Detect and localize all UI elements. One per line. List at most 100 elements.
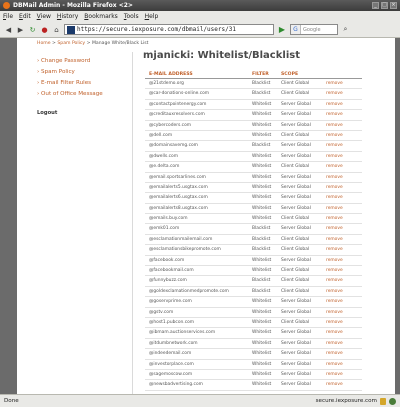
maximize-icon[interactable]: □ xyxy=(381,2,388,9)
go-icon[interactable]: ▶ xyxy=(277,25,287,35)
row-scope: Server Global xyxy=(281,101,311,107)
table-row: @host1.pubcon.com Whitelist Client Global r… xyxy=(145,318,362,329)
table-row: @funnybuzz.com Blacklist Client Global remo… xyxy=(145,276,362,287)
row-scope: Client Global xyxy=(281,91,310,97)
remove-link[interactable]: remove xyxy=(326,235,362,244)
remove-link[interactable]: remove xyxy=(326,380,362,389)
remove-link[interactable]: remove xyxy=(326,328,362,337)
row-email: @facebook.com xyxy=(149,257,185,263)
remove-link[interactable]: remove xyxy=(326,173,362,182)
remove-link[interactable]: remove xyxy=(326,141,362,150)
header-email[interactable]: E-MAIL ADDRESS xyxy=(145,71,252,78)
remove-link[interactable]: remove xyxy=(326,276,362,285)
header-filter[interactable]: FILTER xyxy=(252,71,281,78)
remove-link[interactable]: remove xyxy=(326,224,362,233)
remove-link[interactable]: remove xyxy=(326,287,362,296)
menu-history[interactable]: History xyxy=(54,13,81,20)
remove-link[interactable]: remove xyxy=(326,370,362,379)
menu-bookmarks[interactable]: Bookmarks xyxy=(81,13,121,20)
remove-link[interactable]: remove xyxy=(326,193,362,202)
row-filter: Whitelist xyxy=(252,257,272,263)
row-email: @domainsavemg.com xyxy=(149,143,198,149)
row-scope: Server Global xyxy=(281,351,311,357)
lock-icon[interactable] xyxy=(380,397,386,405)
row-email: @email.sportsarlines.com xyxy=(149,174,206,180)
menu-view[interactable]: View xyxy=(34,13,54,20)
remove-link[interactable]: remove xyxy=(326,152,362,161)
row-email: @sagemoscow.com xyxy=(149,371,193,377)
remove-link[interactable]: remove xyxy=(326,100,362,109)
firefox-icon xyxy=(3,2,10,9)
menu-file[interactable]: File xyxy=(0,13,16,20)
row-scope: Client Global xyxy=(281,164,310,170)
row-scope: Server Global xyxy=(281,143,311,149)
search-box[interactable]: G Google xyxy=(290,24,338,35)
row-scope: Server Global xyxy=(281,153,311,159)
row-filter: Whitelist xyxy=(252,299,272,305)
row-email: @cybercoders.com xyxy=(149,122,192,128)
minimize-icon[interactable]: _ xyxy=(372,2,379,9)
remove-link[interactable]: remove xyxy=(326,360,362,369)
row-filter: Whitelist xyxy=(252,164,272,170)
home-icon[interactable]: ⌂ xyxy=(52,25,61,34)
remove-link[interactable]: remove xyxy=(326,339,362,348)
remove-link[interactable]: remove xyxy=(326,245,362,254)
table-row: @facebookmail.com Whitelist Client Global r… xyxy=(145,266,362,277)
row-filter: Whitelist xyxy=(252,268,272,274)
search-placeholder: Google xyxy=(303,26,321,33)
remove-link[interactable]: remove xyxy=(326,266,362,275)
nav-email-filter-rules[interactable]: › E-mail Filter Rules xyxy=(37,78,133,89)
table-row: @creditauxresolvers.com Whitelist Server G… xyxy=(145,110,362,121)
remove-link[interactable]: remove xyxy=(326,110,362,119)
remove-link[interactable]: remove xyxy=(326,318,362,327)
column-divider xyxy=(132,52,133,394)
remove-link[interactable]: remove xyxy=(326,131,362,140)
remove-link[interactable]: remove xyxy=(326,183,362,192)
site-identity-icon[interactable] xyxy=(67,25,75,34)
nav-change-password[interactable]: › Change Password xyxy=(37,56,133,67)
nav-spam-policy[interactable]: › Spam Policy xyxy=(37,67,133,78)
forward-icon[interactable]: ▶ xyxy=(16,25,25,34)
search-icon[interactable]: ⌕ xyxy=(341,25,350,34)
back-icon[interactable]: ◀ xyxy=(4,25,13,34)
close-icon[interactable]: × xyxy=(390,2,397,9)
extension-icon[interactable] xyxy=(389,397,396,405)
menu-tools[interactable]: Tools xyxy=(121,13,142,20)
row-email: @contactpointenergy.com xyxy=(149,101,207,107)
row-scope: Server Global xyxy=(281,371,311,377)
header-scope[interactable]: SCOPE xyxy=(281,71,326,78)
menu-edit[interactable]: Edit xyxy=(16,13,34,20)
remove-link[interactable]: remove xyxy=(326,204,362,213)
row-email: @ibmam.auctionservices.com xyxy=(149,330,216,336)
remove-link[interactable]: remove xyxy=(326,214,362,223)
reload-icon[interactable]: ↻ xyxy=(28,25,37,34)
row-scope: Server Global xyxy=(281,382,311,388)
table-row: @dwells.com Whitelist Server Global remove xyxy=(145,152,362,163)
url-bar[interactable]: https://secure.iexposure.com/dbmail/user… xyxy=(64,24,274,35)
row-filter: Whitelist xyxy=(252,216,272,222)
row-scope: Server Global xyxy=(281,309,311,315)
menu-help[interactable]: Help xyxy=(142,13,162,20)
remove-link[interactable]: remove xyxy=(326,162,362,171)
remove-link[interactable]: remove xyxy=(326,349,362,358)
row-filter: Whitelist xyxy=(252,122,272,128)
table-row: @emk01.com Blacklist Server Global remove xyxy=(145,224,362,235)
row-filter: Whitelist xyxy=(252,205,272,211)
remove-link[interactable]: remove xyxy=(326,256,362,265)
row-filter: Whitelist xyxy=(252,382,272,388)
breadcrumb-home[interactable]: Home xyxy=(37,41,51,46)
logout-link[interactable]: Logout xyxy=(37,108,133,119)
table-row: @emailalerts5.usgtax.com Whitelist Server … xyxy=(145,183,362,194)
remove-link[interactable]: remove xyxy=(326,308,362,317)
remove-link[interactable]: remove xyxy=(326,121,362,130)
nav-out-of-office[interactable]: › Out of Office Message xyxy=(37,89,133,100)
remove-link[interactable]: remove xyxy=(326,89,362,98)
breadcrumb-spam-policy[interactable]: Spam Policy xyxy=(57,41,85,46)
remove-link[interactable]: remove xyxy=(326,297,362,306)
search-engine-icon[interactable]: G xyxy=(291,25,301,34)
row-scope: Client Global xyxy=(281,236,310,242)
remove-link[interactable]: remove xyxy=(326,79,362,88)
row-scope: Client Global xyxy=(281,247,310,253)
table-row: @newsbadvertising.com Whitelist Server Glo… xyxy=(145,380,362,391)
stop-icon[interactable]: ● xyxy=(40,25,49,34)
